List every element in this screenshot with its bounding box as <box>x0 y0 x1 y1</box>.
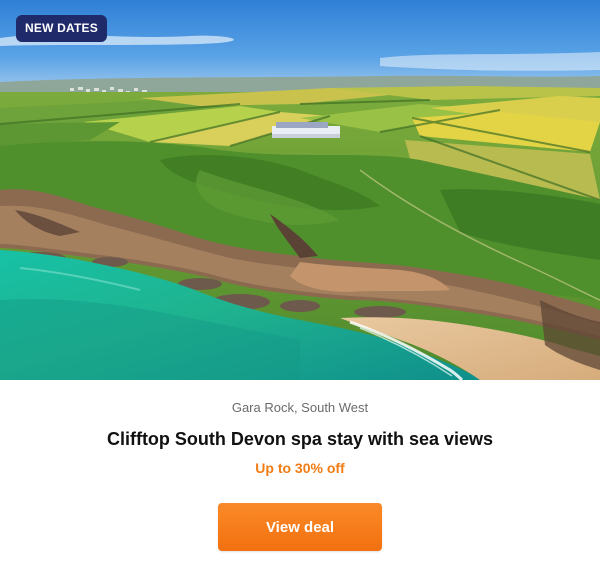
deal-location: Gara Rock, South West <box>231 400 369 415</box>
deal-discount: Up to 30% off <box>255 460 345 476</box>
deal-title[interactable]: Clifftop South Devon spa stay with sea v… <box>0 429 600 450</box>
new-dates-badge: NEW DATES <box>16 15 107 42</box>
deal-info: Gara Rock, South West Clifftop South Dev… <box>0 380 600 575</box>
deal-card[interactable]: NEW DATES Gara Rock, South West Clifftop… <box>0 0 600 575</box>
aerial-coastline-photo <box>0 0 600 380</box>
view-deal-button[interactable]: View deal <box>218 503 382 551</box>
hero-image[interactable]: NEW DATES <box>0 0 600 380</box>
